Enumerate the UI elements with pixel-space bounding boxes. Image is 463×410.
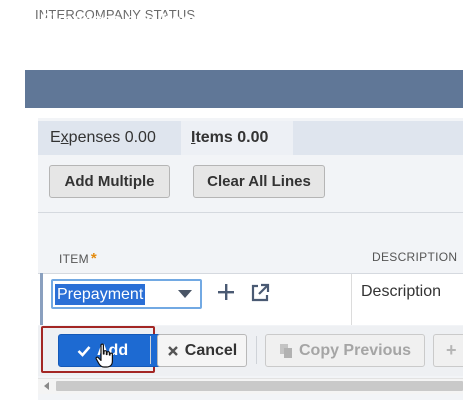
copy-previous-button[interactable]: Copy Previous bbox=[265, 334, 425, 367]
cancel-button-label: Cancel bbox=[184, 341, 238, 359]
toolbar-separator bbox=[150, 336, 151, 364]
column-header-item: ITEM * bbox=[59, 250, 98, 267]
scroll-left-icon[interactable] bbox=[44, 382, 49, 390]
main-tab-bar bbox=[25, 70, 463, 108]
chevron-down-icon[interactable] bbox=[178, 290, 192, 298]
description-cell[interactable]: Description bbox=[361, 283, 441, 301]
popout-icon[interactable] bbox=[250, 283, 270, 303]
row-edit-indicator bbox=[40, 273, 43, 325]
copy-icon bbox=[279, 343, 292, 358]
tab-billing[interactable]: Billing bbox=[247, 10, 292, 30]
subtab-items[interactable]: Items 0.00 bbox=[191, 129, 268, 147]
insert-button[interactable]: + bbox=[433, 334, 463, 367]
subtab-expenses[interactable]: Expenses 0.00 bbox=[50, 129, 156, 147]
required-mark: * bbox=[90, 250, 98, 267]
add-multiple-button[interactable]: Add Multiple bbox=[49, 165, 170, 198]
item-select-value[interactable]: Prepayment bbox=[55, 284, 146, 305]
plus-icon[interactable] bbox=[216, 282, 236, 302]
column-divider bbox=[351, 274, 352, 325]
scrollbar-thumb[interactable] bbox=[56, 381, 463, 391]
toolbar-separator bbox=[256, 336, 257, 364]
column-header-description: DESCRIPTION bbox=[372, 250, 458, 264]
divider bbox=[38, 212, 463, 213]
copy-previous-label: Copy Previous bbox=[298, 341, 412, 359]
checkmark-icon bbox=[77, 345, 91, 357]
cancel-button[interactable]: Cancel bbox=[157, 334, 247, 367]
hand-cursor-icon bbox=[95, 343, 113, 368]
clear-all-lines-button[interactable]: Clear All Lines bbox=[193, 165, 325, 198]
tab-relationships[interactable]: Relationships bbox=[328, 10, 430, 30]
x-icon bbox=[167, 345, 178, 356]
tab-expenses-and-items[interactable]: Expenses and Items bbox=[42, 10, 205, 30]
